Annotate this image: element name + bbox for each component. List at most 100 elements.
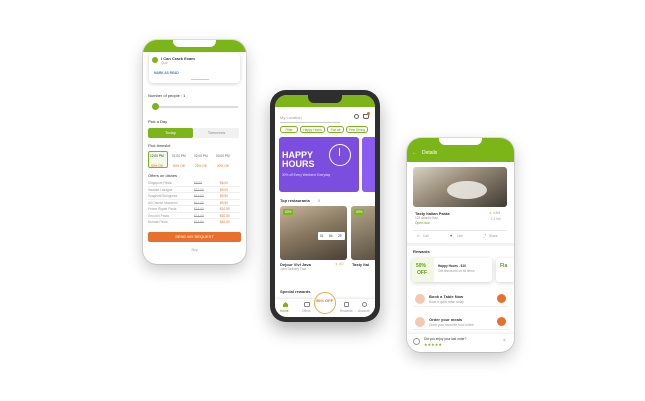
list-item-book-table[interactable]: Book a Table Now Book a quick table toda… [413, 293, 509, 307]
dish-name: Gnocchi Pasta [148, 213, 169, 218]
dish-new-price: $9.50 [220, 194, 228, 198]
offers-icon[interactable] [304, 302, 310, 307]
restaurant-card-image[interactable]: 50% 01 54 29 [280, 206, 347, 260]
restaurant-rating: 4.5/5 [493, 211, 501, 215]
filter-chip-filter[interactable]: Filter [280, 126, 298, 133]
dish-list: Singapore Pasta $8.00 $6.00 Insalata Las… [148, 180, 240, 226]
close-icon[interactable]: × [503, 338, 506, 344]
center-reward-button[interactable]: 50% OFF [314, 292, 336, 314]
timeslot-label: Pick timeslot [148, 143, 171, 148]
restaurant-hero-image [413, 167, 507, 207]
restaurant-name-2[interactable]: Tasty Ital [352, 262, 369, 267]
dish-old-price: $14.00 [194, 220, 204, 224]
restaurant-address: 123 Atlantic Bay [415, 216, 438, 220]
drag-handle[interactable] [191, 79, 209, 81]
phone-notch [173, 40, 216, 47]
call-action[interactable]: Call [423, 234, 429, 238]
rewards-label: Rewards [413, 249, 430, 254]
dish-old-price: $12.00 [194, 187, 204, 192]
arrow-circle-icon[interactable] [497, 317, 506, 326]
center-screen: My Location Filter Happy Hours Flat off … [275, 95, 375, 317]
offers-label: Offers on dishes [148, 173, 178, 178]
timeslot-1-offer: 50% Off [151, 164, 163, 168]
reward-card[interactable]: 50% OFF Happy Hours - $10 Get discounts … [412, 258, 492, 282]
location-placeholder[interactable]: My Location [280, 115, 302, 120]
dish-old-price: $8.00 [194, 181, 202, 185]
timer-minutes: 54 [329, 234, 333, 238]
happy-hours-banner[interactable]: HAPPY HOURS 30% off Every Weekend Everyd… [279, 137, 359, 192]
clock-hand [339, 148, 341, 156]
timeslot-1[interactable]: 12:00 PM [150, 154, 164, 158]
account-icon[interactable] [362, 302, 367, 307]
dish-name: Singapore Pasta [148, 181, 172, 185]
plate-shape [447, 181, 487, 199]
divider [413, 230, 507, 231]
like-action[interactable]: Like [457, 234, 463, 238]
star-icon: ★ [489, 211, 492, 215]
day-option-tomorrow[interactable]: Tomorrow [194, 128, 239, 138]
restaurant-card-image-2[interactable]: 50% [351, 206, 375, 260]
search-icon[interactable] [354, 114, 359, 119]
people-slider-thumb[interactable] [152, 103, 159, 110]
showcase-stage: I Can Crack Exam Quiz MARK AS READ Numbe… [0, 0, 645, 401]
dish-new-price: $9.50 [220, 200, 228, 205]
section-gap [407, 243, 514, 246]
home-icon[interactable] [283, 302, 288, 307]
center-phone: My Location Filter Happy Hours Flat off … [270, 90, 380, 322]
feedback-question: Did you enjoy your last order? [424, 337, 467, 341]
timeslot-2-offer: 50% Off [173, 164, 185, 168]
reward-card-peek[interactable]: Fla [496, 258, 514, 282]
timeslot-4-offer: 30% Off [217, 164, 229, 168]
list-item-desc: Book a quick table today [429, 300, 464, 304]
top-restaurants-label: Top restaurants [280, 198, 310, 203]
open-status-link[interactable]: Open now [415, 221, 430, 225]
notification-card[interactable]: I Can Crack Exam Quiz MARK AS READ [149, 53, 240, 83]
nav-account[interactable]: Account [358, 309, 370, 313]
restaurant-distance: 1.2 km [491, 217, 501, 221]
list-item-order-meals[interactable]: Order your meals Order your favourite fo… [413, 316, 509, 330]
feedback-stars[interactable]: ★★★★★ [424, 342, 442, 347]
dish-row[interactable]: Burrata Pasta $14.00 $10.00 [148, 219, 240, 226]
dish-name: Penne Rigate Pasta [148, 207, 177, 211]
nav-offers[interactable]: Offers [302, 309, 311, 313]
filter-chip-flat-off[interactable]: Flat off [327, 126, 344, 133]
send-request-button[interactable]: SEND MY REQUEST [148, 232, 241, 242]
dish-new-price: $10.00 [220, 220, 230, 224]
feedback-bar: Did you enjoy your last order? ★★★★★ × [407, 334, 514, 352]
list-item-title: Book a Table Now [429, 294, 464, 299]
day-option-today[interactable]: Today [148, 128, 193, 138]
phone-icon[interactable]: ✆ [417, 234, 420, 238]
restaurant-rating: 4.0 [339, 262, 344, 266]
nav-rewards[interactable]: Rewards [340, 309, 353, 313]
heart-icon[interactable]: ♥ [450, 233, 452, 238]
timeslot-4[interactable]: 03:00 PM [216, 154, 230, 158]
phone-notch [439, 138, 482, 145]
timeslot-2[interactable]: 01:00 PM [172, 154, 186, 158]
filter-chip-happy-hours[interactable]: Happy Hours [300, 126, 325, 133]
list-item-title: Order your meals [429, 317, 463, 322]
mark-read-link[interactable]: MARK AS READ [154, 71, 179, 75]
filter-chip-fine-dining[interactable]: Fine Dining [346, 126, 368, 133]
bell-icon [152, 57, 158, 63]
next-banner-peek[interactable] [362, 137, 375, 192]
rewards-icon[interactable] [344, 302, 349, 307]
people-slider-track[interactable] [152, 106, 238, 108]
dish-old-price: $14.00 [194, 213, 204, 218]
reward-badge-bottom: OFF [417, 270, 427, 276]
share-icon[interactable]: ⤴ [483, 234, 486, 238]
feedback-icon [413, 338, 420, 345]
table-icon [415, 294, 425, 304]
timeslot-3[interactable]: 02:00 PM [194, 154, 208, 158]
reward-title: Happy Hours - $10 [438, 264, 466, 268]
arrow-circle-icon[interactable] [497, 294, 506, 303]
nav-home[interactable]: Home [280, 309, 289, 313]
timer-seconds: 29 [338, 234, 342, 238]
share-action[interactable]: Share [489, 234, 498, 238]
skip-link[interactable]: Skip [143, 248, 246, 252]
dish-new-price: $6.00 [220, 181, 228, 185]
top-restaurants-count: 5 [318, 198, 321, 203]
star-icon: ★ [335, 262, 338, 266]
dish-new-price: $10.50 [220, 207, 230, 211]
back-arrow-icon[interactable]: ← [412, 150, 417, 156]
banner-subtitle: 30% off Every Weekend Everyday [282, 173, 331, 177]
